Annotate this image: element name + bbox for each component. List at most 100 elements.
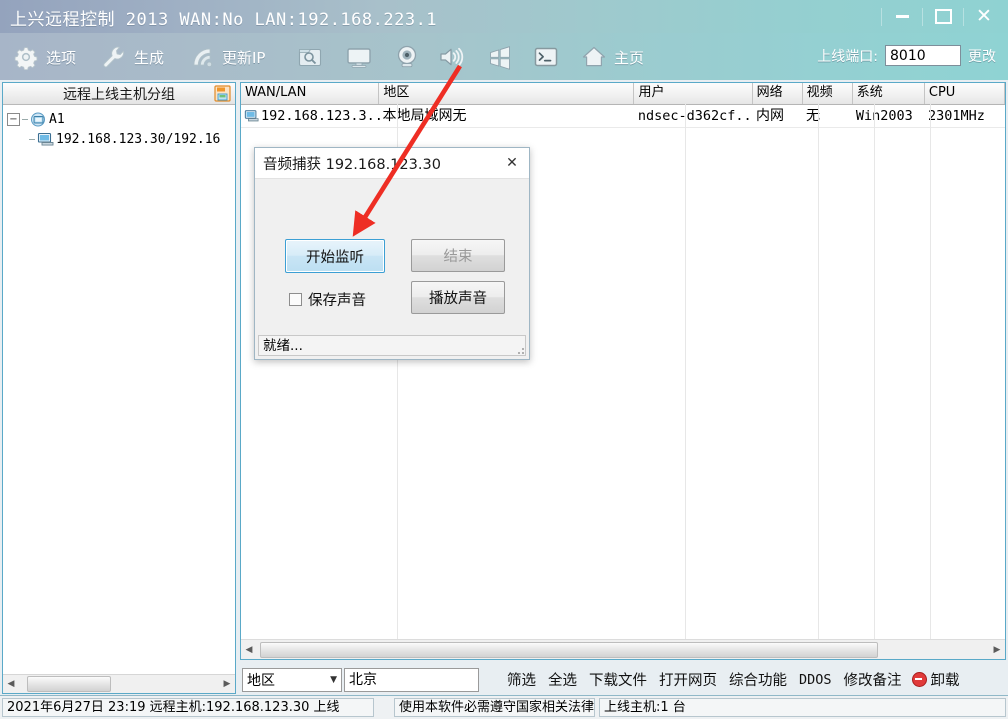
tree-node-group[interactable]: − A1 — [7, 109, 235, 129]
scroll-right-arrow-icon[interactable]: ▶ — [989, 641, 1005, 658]
dialog-title-bar: 音频捕获 192.168.123.30 ✕ — [255, 148, 529, 179]
speaker-icon — [440, 47, 464, 67]
title-bar: 上兴远程控制 2013 WAN:No LAN:192.168.223.1 ✕ — [0, 0, 1008, 33]
scroll-left-arrow-icon[interactable]: ◀ — [241, 641, 257, 658]
toolbar-button-remote-desktop[interactable] — [345, 39, 373, 75]
toolbar-button-audio[interactable] — [437, 39, 465, 75]
grid-line — [818, 104, 819, 639]
port-settings-group: 上线端口: 8010 更改 — [817, 45, 996, 66]
cell-user: ndsec-d362cf... — [637, 107, 754, 124]
column-header-wan-lan[interactable]: WAN/LAN — [241, 83, 380, 104]
window-title: 上兴远程控制 2013 WAN:No LAN:192.168.223.1 — [10, 10, 438, 30]
host-group-tree: − A1 192.168.123.30/192.16 — [3, 105, 235, 149]
status-bar: 2021年6月27日 23:19 远程主机:192.168.123.30 上线 … — [0, 695, 1008, 719]
dialog-status-text: 就绪... — [258, 335, 526, 356]
tree-connector — [22, 118, 28, 120]
tree-node-label: A1 — [49, 111, 65, 127]
tree-expander-icon[interactable]: − — [7, 112, 20, 126]
maximize-button[interactable] — [923, 3, 963, 31]
scroll-thumb[interactable] — [260, 641, 878, 658]
toolbar-button-update-ip[interactable]: 更新IP — [188, 39, 265, 75]
cell-region: 本地局域网无 — [382, 107, 467, 124]
tree-connector — [29, 138, 35, 140]
column-header-cpu[interactable]: CPU — [925, 83, 1005, 104]
group-icon — [31, 112, 45, 126]
column-header-video[interactable]: 视频 — [803, 83, 853, 104]
toolbar-button-file-manager[interactable] — [296, 39, 324, 75]
save-icon[interactable] — [214, 85, 231, 102]
cell-network: 内网 — [756, 107, 785, 124]
filter-field-select[interactable]: 地区 ▼ — [242, 667, 342, 692]
grid-line — [874, 104, 875, 639]
column-header-system[interactable]: 系统 — [853, 83, 925, 104]
toolbar-label-home: 主页 — [614, 48, 645, 67]
toolbar-label-update-ip: 更新IP — [222, 48, 266, 67]
main-toolbar: 选项 生成 更新IP 主页 上线端口: 8010 更改 — [0, 33, 1008, 80]
chevron-down-icon: ▼ — [330, 674, 337, 685]
toolbar-button-generate[interactable]: 生成 — [100, 39, 164, 75]
host-icon — [244, 110, 259, 122]
webcam-icon — [397, 45, 417, 68]
dialog-body: 开始监听 结束 保存声音 播放声音 — [255, 179, 529, 329]
column-header-user[interactable]: 用户 — [634, 83, 753, 104]
status-spacer — [378, 698, 390, 717]
resize-grip-icon[interactable] — [515, 345, 525, 355]
gear-icon — [14, 47, 38, 70]
scroll-track[interactable] — [257, 641, 989, 658]
folder-search-icon — [298, 48, 322, 67]
bottom-toolbar: 地区 ▼ 北京 筛选 全选 下载文件 打开网页 综合功能 DDOS 修改备注 卸… — [240, 664, 1006, 695]
toolbar-label-generate: 生成 — [134, 48, 165, 67]
open-webpage-button[interactable]: 打开网页 — [653, 667, 723, 692]
host-group-panel: 远程上线主机分组 − A1 192.168.123.30/192.16 ◀ ▶ — [2, 82, 236, 694]
port-input[interactable]: 8010 — [885, 45, 961, 66]
toolbar-button-home[interactable]: 主页 — [580, 39, 644, 75]
list-header-row: WAN/LAN 地区 用户 网络 视频 系统 CPU — [241, 83, 1005, 105]
filter-button[interactable]: 筛选 — [501, 667, 542, 692]
close-icon: ✕ — [976, 5, 992, 27]
minimize-button[interactable] — [882, 3, 922, 31]
windows-logo-icon — [490, 46, 510, 70]
wrench-icon — [103, 46, 125, 68]
edit-note-button[interactable]: 修改备注 — [838, 667, 908, 692]
scroll-thumb[interactable] — [27, 676, 111, 692]
tree-node-label: 192.168.123.30/192.16 — [56, 131, 221, 147]
list-horizontal-scrollbar[interactable]: ◀ ▶ — [241, 639, 1005, 659]
tree-node-host[interactable]: 192.168.123.30/192.16 — [7, 129, 235, 149]
cell-wan-lan: 192.168.123.3... — [241, 106, 380, 127]
ddos-button[interactable]: DDOS — [793, 670, 838, 690]
table-row[interactable]: 192.168.123.3... 本地局域网无 ndsec-d362cf... … — [241, 105, 1005, 128]
cell-wan-lan-text: 192.168.123.3... — [261, 107, 380, 124]
stop-button[interactable]: 结束 — [411, 239, 505, 272]
grid-line — [930, 104, 931, 639]
scroll-left-arrow-icon[interactable]: ◀ — [3, 676, 19, 693]
save-audio-checkbox-row[interactable]: 保存声音 — [289, 289, 366, 310]
port-change-button[interactable]: 更改 — [968, 46, 996, 66]
start-listening-button[interactable]: 开始监听 — [285, 239, 385, 273]
combined-functions-button[interactable]: 综合功能 — [723, 667, 793, 692]
toolbar-button-options[interactable]: 选项 — [12, 39, 76, 75]
column-header-region[interactable]: 地区 — [379, 83, 635, 104]
window-controls: ✕ — [881, 0, 1004, 33]
scroll-track[interactable] — [19, 676, 219, 693]
scroll-right-arrow-icon[interactable]: ▶ — [219, 676, 235, 693]
maximize-icon — [934, 9, 952, 24]
filter-value-input[interactable]: 北京 — [344, 667, 479, 692]
select-all-button[interactable]: 全选 — [542, 667, 583, 692]
status-cell-log: 2021年6月27日 23:19 远程主机:192.168.123.30 上线 — [2, 698, 374, 717]
home-icon — [582, 46, 606, 67]
download-file-button[interactable]: 下载文件 — [583, 667, 653, 692]
save-audio-checkbox[interactable] — [289, 293, 302, 306]
close-button[interactable]: ✕ — [964, 3, 1004, 31]
cell-cpu: 2301MHz — [927, 107, 985, 124]
toolbar-button-windows[interactable] — [486, 39, 514, 75]
dialog-title: 音频捕获 192.168.123.30 — [263, 156, 441, 173]
uninstall-button[interactable]: 卸载 — [908, 667, 964, 692]
toolbar-button-webcam[interactable] — [393, 39, 421, 75]
column-header-network[interactable]: 网络 — [753, 83, 803, 104]
dialog-close-button[interactable]: ✕ — [497, 149, 527, 177]
sidebar-horizontal-scrollbar[interactable]: ◀ ▶ — [3, 674, 235, 693]
play-audio-button[interactable]: 播放声音 — [411, 281, 505, 314]
application-window: 上兴远程控制 2013 WAN:No LAN:192.168.223.1 ✕ 选… — [0, 0, 1008, 719]
host-group-title: 远程上线主机分组 — [63, 86, 175, 103]
toolbar-button-cmd-shell[interactable] — [532, 39, 560, 75]
